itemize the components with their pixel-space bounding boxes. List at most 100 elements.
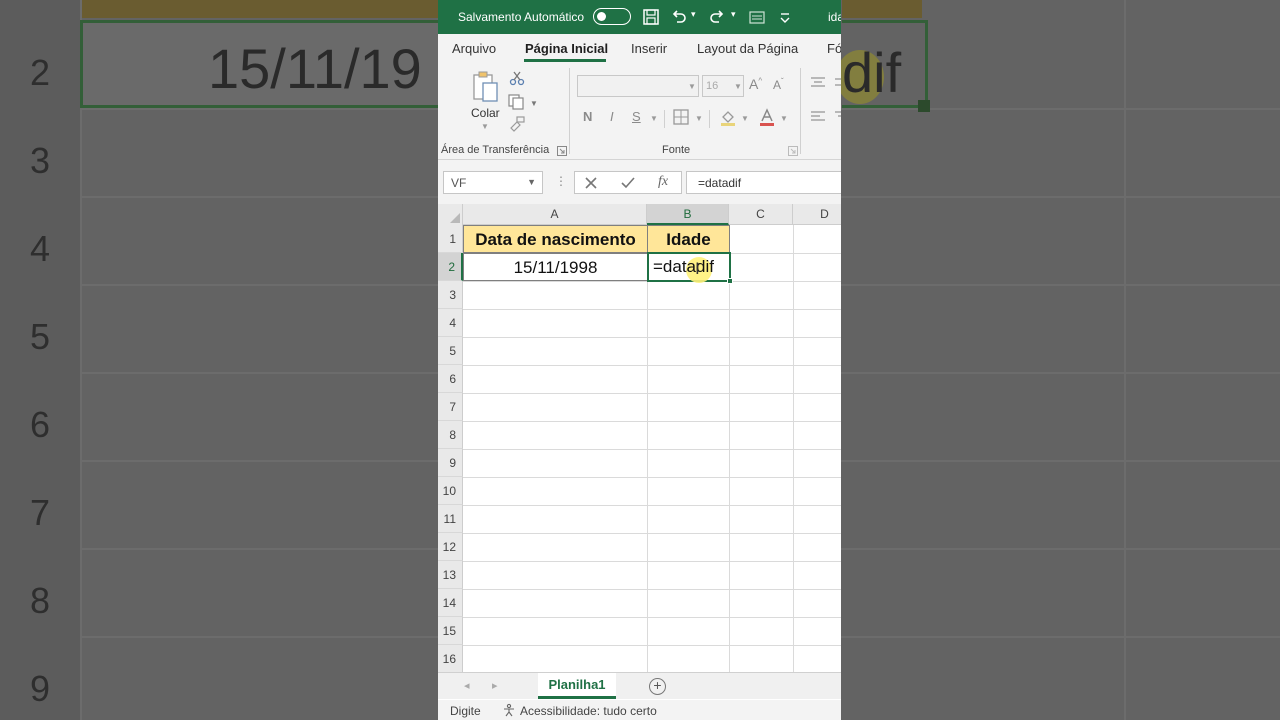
fill-color-dropdown-icon[interactable]: ▼ [741,114,749,123]
title-bar: Salvamento Automático ▾ ▾ ida [438,0,841,34]
cell-b1[interactable]: Idade [647,225,730,253]
row-header[interactable]: 10 [438,477,463,505]
undo-icon[interactable] [670,8,688,26]
redo-icon[interactable] [708,8,726,26]
tab-inserir[interactable]: Inserir [631,41,667,56]
cell-a2[interactable]: 15/11/1998 [463,253,648,281]
cut-icon[interactable] [509,70,525,86]
form-icon[interactable] [748,8,766,26]
excel-window: Salvamento Automático ▾ ▾ ida Arquivo Pá… [438,0,841,720]
row-header[interactable]: 14 [438,589,463,617]
column-header-c[interactable]: C [729,204,793,225]
paste-dropdown-icon[interactable]: ▼ [481,122,489,131]
align-top-icon[interactable] [810,76,826,90]
copy-icon[interactable] [508,94,526,110]
gridline [463,309,841,310]
row-header[interactable]: 9 [438,449,463,477]
more-options-icon[interactable]: ⋮ [555,174,567,188]
gridline [463,365,841,366]
row-header[interactable]: 4 [438,309,463,337]
grow-font-icon[interactable]: A^ [749,76,762,92]
row-header[interactable]: 16 [438,645,463,672]
autosave-toggle[interactable] [593,8,631,25]
scroll-left-icon[interactable]: ◂ [464,679,470,692]
clipboard-group-label: Área de Transferência [441,144,550,156]
row-header[interactable]: 6 [438,365,463,393]
align-middle-icon[interactable] [834,76,841,90]
save-icon[interactable] [642,8,660,26]
accessibility-icon[interactable] [502,703,516,717]
dialog-launcher-icon[interactable] [788,146,798,156]
insert-function-icon[interactable]: fx [658,174,668,190]
sheet-tab-bar: ◂ ▸ Planilha1 + [438,672,841,699]
bg-row-number: 6 [29,404,51,445]
column-header-a[interactable]: A [463,204,647,225]
font-color-icon[interactable] [758,108,776,126]
underline-icon[interactable]: S [632,109,641,124]
cancel-icon[interactable] [585,177,597,189]
formula-input[interactable]: =datadif [686,171,841,194]
paste-icon[interactable] [471,70,501,104]
status-bar: Digite Acessibilidade: tudo certo [438,700,841,720]
row-header[interactable]: 13 [438,561,463,589]
row-header[interactable]: 11 [438,505,463,533]
gridline [463,449,841,450]
column-header-d[interactable]: D [793,204,841,225]
borders-dropdown-icon[interactable]: ▼ [695,114,703,123]
italic-icon[interactable]: I [610,109,614,124]
select-all-button[interactable] [438,204,463,225]
tab-pagina-inicial[interactable]: Página Inicial [525,41,608,56]
ribbon-separator [664,110,665,128]
ribbon-tabs: Arquivo Página Inicial Inserir Layout da… [438,34,841,64]
formula-bar: VF ▼ ⋮ fx =datadif [438,160,841,204]
add-sheet-icon[interactable]: + [649,678,666,695]
row-header[interactable]: 12 [438,533,463,561]
bold-icon[interactable]: N [583,109,592,124]
text-cursor-icon: I [695,259,700,278]
bg-row-number: 4 [29,228,51,269]
paste-label[interactable]: Colar [471,106,500,120]
tab-arquivo[interactable]: Arquivo [452,41,496,56]
gridline [463,645,841,646]
column-header-b[interactable]: B [647,204,729,225]
font-name-box[interactable] [577,75,699,97]
gridline [463,617,841,618]
formula-buttons: fx [574,171,682,194]
font-color-dropdown-icon[interactable]: ▼ [780,114,788,123]
font-name-dropdown-icon[interactable]: ▼ [688,82,696,91]
row-header[interactable]: 8 [438,421,463,449]
enter-icon[interactable] [621,177,635,189]
fill-handle[interactable] [727,278,733,284]
row-header[interactable]: 5 [438,337,463,365]
fill-color-icon[interactable] [719,108,737,126]
dialog-launcher-icon[interactable] [557,146,567,156]
redo-dropdown-icon[interactable]: ▾ [731,9,736,20]
tab-layout-da-pagina[interactable]: Layout da Página [697,41,798,56]
row-header[interactable]: 1 [438,225,463,253]
name-box-dropdown-icon[interactable]: ▼ [527,177,536,187]
customize-toolbar-icon[interactable] [776,8,794,26]
bg-header-band [80,0,440,18]
scroll-right-icon[interactable]: ▸ [492,679,498,692]
font-size-dropdown-icon[interactable]: ▼ [734,82,742,91]
row-header[interactable]: 2 [438,253,463,281]
ribbon-separator [569,68,570,154]
font-group-label: Fonte [662,144,691,156]
accessibility-status[interactable]: Acessibilidade: tudo certo [520,704,657,718]
tab-formulas[interactable]: Fó [827,41,841,56]
shrink-font-icon[interactable]: Aˇ [773,77,784,92]
align-center-icon[interactable] [834,110,841,124]
copy-dropdown-icon[interactable]: ▼ [530,99,538,108]
row-header[interactable]: 15 [438,617,463,645]
undo-dropdown-icon[interactable]: ▾ [691,9,696,20]
format-painter-icon[interactable] [508,116,526,132]
cell-a1[interactable]: Data de nascimento [463,225,648,253]
name-box[interactable]: VF ▼ [443,171,543,194]
borders-icon[interactable] [673,109,689,125]
row-header[interactable]: 3 [438,281,463,309]
sheet-tab-planilha1[interactable]: Planilha1 [538,673,616,699]
underline-dropdown-icon[interactable]: ▼ [650,114,658,123]
row-header[interactable]: 7 [438,393,463,421]
align-left-icon[interactable] [810,110,826,124]
autosave-label: Salvamento Automático [458,10,585,24]
